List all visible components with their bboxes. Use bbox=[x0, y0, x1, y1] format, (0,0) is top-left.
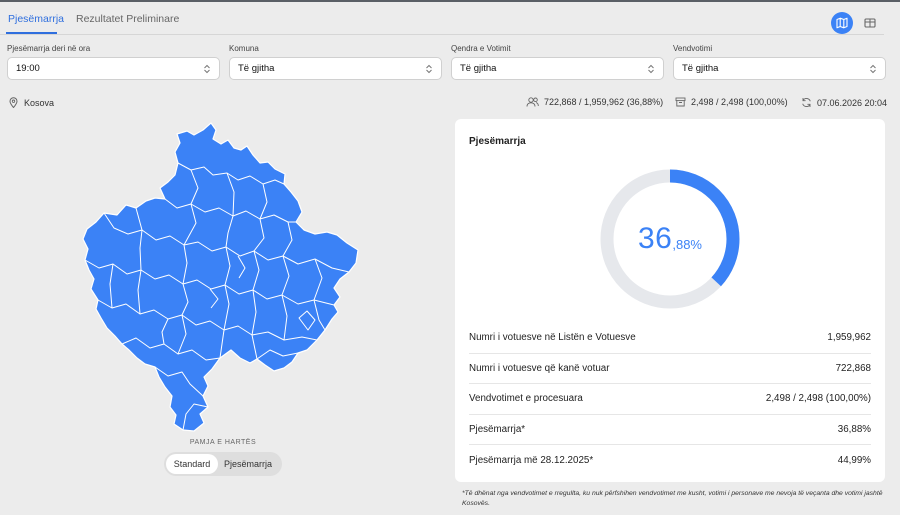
filter-voting-center-label: Qendra e Votimit bbox=[451, 44, 511, 53]
stat-row-value: 722,868 bbox=[835, 362, 871, 374]
stat-row: Pjesëmarrja* 36,88% bbox=[469, 415, 871, 445]
polling-station-select[interactable]: Të gjitha bbox=[673, 57, 886, 80]
location-name: Kosova bbox=[24, 97, 55, 108]
map-mode-toggle: Standard Pjesëmarrja bbox=[164, 452, 282, 476]
stat-row-label: Numri i votuesve që kanë votuar bbox=[469, 362, 610, 374]
polling-station-select-value: Të gjitha bbox=[682, 63, 719, 74]
stations-stat-value: 2,498 / 2,498 (100,00%) bbox=[691, 97, 788, 107]
turnout-stats-list: Numri i votuesve në Listën e Votuesve 1,… bbox=[469, 323, 871, 476]
filter-municipality-label: Komuna bbox=[229, 44, 259, 53]
hour-select[interactable]: 19:00 bbox=[7, 57, 220, 80]
users-icon bbox=[526, 97, 539, 107]
refresh-icon bbox=[802, 98, 811, 107]
voters-stat: 722,868 / 1,959,962 (36,88%) bbox=[526, 97, 663, 107]
stat-row-label: Pjesëmarrja* bbox=[469, 423, 526, 435]
chevron-updown-icon bbox=[870, 64, 876, 73]
chevron-updown-icon bbox=[204, 64, 210, 73]
filter-polling-station-label: Vendvotimi bbox=[673, 44, 713, 53]
last-updated-value: 07.06.2026 20:04 bbox=[817, 97, 888, 108]
stat-row: Numri i votuesve që kanë votuar 722,868 bbox=[469, 354, 871, 384]
chevron-updown-icon bbox=[426, 64, 432, 73]
tab-divider bbox=[0, 34, 884, 35]
stat-row-value: 36,88% bbox=[837, 423, 871, 435]
location-pin-icon bbox=[9, 97, 18, 108]
tab-preliminary-results[interactable]: Rezultatet Preliminare bbox=[76, 13, 179, 25]
voting-center-select[interactable]: Të gjitha bbox=[451, 57, 664, 80]
map-icon bbox=[836, 17, 848, 29]
chevron-updown-icon bbox=[648, 64, 654, 73]
footnote: *Të dhënat nga vendvotimet e rregullta, … bbox=[462, 490, 883, 507]
municipality-select-value: Të gjitha bbox=[238, 63, 275, 74]
tab-bar: Pjesëmarrja Rezultatet Preliminare bbox=[0, 2, 900, 35]
tab-turnout[interactable]: Pjesëmarrja bbox=[8, 13, 64, 25]
table-view-button[interactable] bbox=[859, 12, 881, 34]
stat-row: Numri i votuesve në Listën e Votuesve 1,… bbox=[469, 323, 871, 354]
map-mode-standard[interactable]: Standard bbox=[166, 454, 218, 474]
municipality-select[interactable]: Të gjitha bbox=[229, 57, 442, 80]
location-indicator: Kosova bbox=[9, 97, 54, 108]
panel-title: Pjesëmarrja bbox=[469, 136, 526, 147]
hour-select-value: 19:00 bbox=[16, 63, 40, 74]
gauge-value: 36,88% bbox=[598, 167, 742, 311]
filter-hour-label: Pjesëmarrja deri në ora bbox=[7, 44, 91, 53]
voters-stat-value: 722,868 / 1,959,962 (36,88%) bbox=[544, 97, 664, 107]
stat-row-value: 1,959,962 bbox=[827, 332, 871, 344]
stat-row-label: Pjesëmarrja më 28.12.2025* bbox=[469, 454, 594, 466]
ballot-box-icon bbox=[675, 97, 686, 107]
filter-hour: Pjesëmarrja deri në ora 19:00 bbox=[7, 44, 220, 80]
voting-center-select-value: Të gjitha bbox=[460, 63, 497, 74]
last-updated-stat: 07.06.2026 20:04 bbox=[801, 97, 887, 108]
gauge-value-int: 36 bbox=[637, 222, 673, 255]
map-view-caption: PAMJA E HARTËS bbox=[189, 439, 257, 446]
gauge-value-dec: ,88% bbox=[672, 236, 702, 252]
map-mode-turnout[interactable]: Pjesëmarrja bbox=[218, 454, 278, 474]
map-view-button[interactable] bbox=[831, 12, 853, 34]
filter-voting-center: Qendra e Votimit Të gjitha bbox=[451, 44, 664, 80]
kosovo-map-svg bbox=[82, 122, 359, 432]
table-icon bbox=[864, 18, 876, 28]
stat-row: Pjesëmarrja më 28.12.2025* 44,99% bbox=[469, 445, 871, 476]
stat-row: Vendvotimet e procesuara 2,498 / 2,498 (… bbox=[469, 384, 871, 415]
stat-row-value: 44,99% bbox=[837, 454, 871, 466]
filter-municipality: Komuna Të gjitha bbox=[229, 44, 442, 80]
turnout-panel: Pjesëmarrja 36,88% Numri i votuesve në L… bbox=[455, 119, 885, 482]
stat-row-value: 2,498 / 2,498 (100,00%) bbox=[765, 393, 871, 405]
kosovo-map-shape[interactable] bbox=[82, 122, 359, 432]
stat-row-label: Numri i votuesve në Listën e Votuesve bbox=[469, 332, 636, 344]
kosovo-map bbox=[70, 118, 370, 438]
stat-row-label: Vendvotimet e procesuara bbox=[469, 393, 583, 405]
stations-stat: 2,498 / 2,498 (100,00%) bbox=[675, 97, 788, 107]
filter-polling-station: Vendvotimi Të gjitha bbox=[673, 44, 886, 80]
